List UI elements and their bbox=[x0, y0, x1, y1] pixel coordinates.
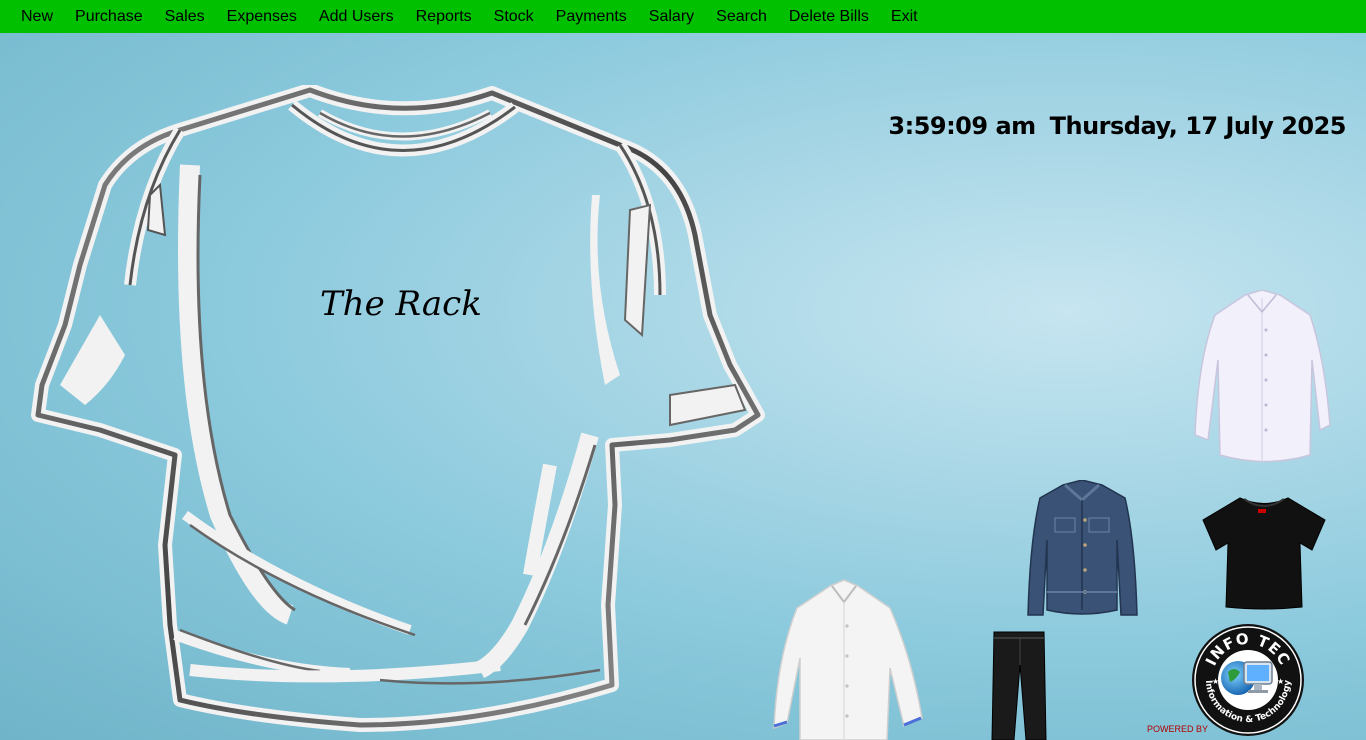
info-tec-logo-icon: INFO TEC Information & Technology ★ ★ bbox=[1192, 624, 1304, 736]
denim-jacket-icon bbox=[1027, 480, 1138, 616]
menu-item-sales[interactable]: Sales bbox=[154, 0, 216, 33]
brand-name: The Rack bbox=[320, 284, 482, 324]
main-menu-bar: New Purchase Sales Expenses Add Users Re… bbox=[0, 0, 1366, 33]
menu-item-payments[interactable]: Payments bbox=[545, 0, 638, 33]
menu-item-stock[interactable]: Stock bbox=[483, 0, 545, 33]
menu-item-exit[interactable]: Exit bbox=[880, 0, 929, 33]
menu-item-new[interactable]: New bbox=[10, 0, 64, 33]
white-shirt-icon bbox=[1194, 290, 1331, 463]
menu-item-purchase[interactable]: Purchase bbox=[64, 0, 154, 33]
menu-item-salary[interactable]: Salary bbox=[638, 0, 705, 33]
tshirt-illustration-icon bbox=[31, 85, 765, 732]
svg-text:★: ★ bbox=[1277, 677, 1284, 686]
menu-item-search[interactable]: Search bbox=[705, 0, 778, 33]
menu-item-add-users[interactable]: Add Users bbox=[308, 0, 405, 33]
menu-item-expenses[interactable]: Expenses bbox=[216, 0, 308, 33]
black-trousers-icon bbox=[991, 631, 1047, 740]
clock-time: 3:59:09 am bbox=[888, 112, 1036, 140]
white-dress-shirt-icon bbox=[773, 579, 923, 740]
clock-display: 3:59:09 am Thursday, 17 July 2025 bbox=[888, 112, 1346, 140]
clock-date: Thursday, 17 July 2025 bbox=[1049, 112, 1347, 140]
menu-item-delete-bills[interactable]: Delete Bills bbox=[778, 0, 880, 33]
menu-item-reports[interactable]: Reports bbox=[405, 0, 483, 33]
svg-text:★: ★ bbox=[1212, 677, 1219, 686]
black-tshirt-icon bbox=[1202, 497, 1326, 610]
